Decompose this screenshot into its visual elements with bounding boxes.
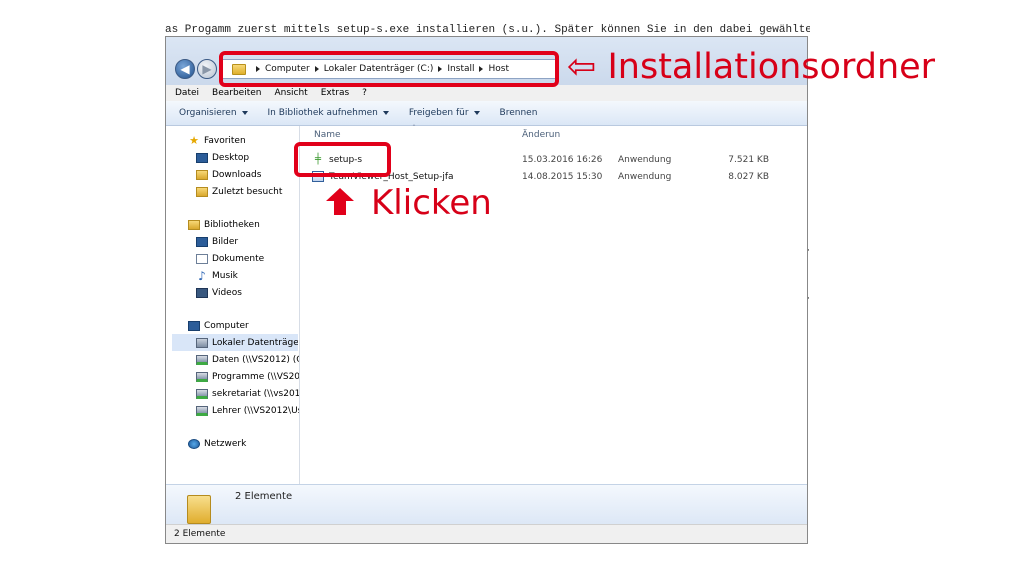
share-with-button[interactable]: Freigeben für bbox=[409, 108, 480, 118]
organize-button[interactable]: Organisieren bbox=[179, 108, 248, 118]
file-size: 7.521 KB bbox=[728, 154, 769, 165]
menu-help[interactable]: ? bbox=[362, 88, 367, 98]
menu-tools[interactable]: Extras bbox=[321, 88, 349, 98]
nav-data-drive-label: Daten (\\VS2012) (G: bbox=[212, 354, 300, 365]
file-type: Anwendung bbox=[618, 171, 672, 182]
address-highlight-frame bbox=[219, 51, 559, 87]
network-icon bbox=[188, 438, 200, 449]
background-document-text: as Progamm zuerst mittels setup-s.exe in… bbox=[165, 24, 810, 36]
network-drive-icon bbox=[196, 354, 208, 365]
nav-teacher-drive-label: Lehrer (\\VS2012\Us bbox=[212, 405, 300, 416]
sort-up-icon: ˆ bbox=[412, 124, 416, 133]
network-drive-icon bbox=[196, 388, 208, 399]
computer-icon bbox=[188, 320, 200, 331]
menu-bar: Datei Bearbeiten Ansicht Extras ? bbox=[166, 85, 807, 101]
arrow-up-icon bbox=[326, 188, 354, 215]
file-date: 15.03.2016 16:26 bbox=[522, 154, 603, 165]
nav-teacher-drive[interactable]: Lehrer (\\VS2012\Us bbox=[196, 402, 300, 419]
nav-downloads[interactable]: Downloads bbox=[196, 166, 299, 183]
add-to-library-button[interactable]: In Bibliothek aufnehmen bbox=[268, 108, 389, 118]
nav-programs-drive[interactable]: Programme (\\VS20 bbox=[196, 368, 300, 385]
nav-programs-drive-label: Programme (\\VS20 bbox=[212, 371, 300, 382]
column-name[interactable]: Name bbox=[314, 130, 341, 140]
menu-view[interactable]: Ansicht bbox=[274, 88, 307, 98]
details-pane: 2 Elemente bbox=[166, 484, 807, 525]
nav-pictures-label: Bilder bbox=[212, 236, 239, 247]
document-icon bbox=[196, 253, 208, 264]
burn-label: Brennen bbox=[499, 108, 538, 118]
share-with-label: Freigeben für bbox=[408, 108, 469, 118]
nav-favorites[interactable]: ★ Favoriten bbox=[188, 132, 299, 149]
nav-favorites-label: Favoriten bbox=[204, 135, 246, 146]
monitor-icon bbox=[196, 152, 208, 163]
status-bar: 2 Elemente bbox=[166, 524, 807, 543]
folder-icon bbox=[196, 169, 208, 180]
nav-music-label: Musik bbox=[212, 270, 238, 281]
folder-large-icon bbox=[187, 495, 211, 524]
document-edge-mark: · bbox=[807, 294, 810, 304]
installation-folder-callout: ⇦ Installationsordner bbox=[567, 47, 936, 87]
nav-computer-label: Computer bbox=[204, 320, 249, 331]
back-button[interactable]: ◀ bbox=[175, 59, 195, 79]
nav-documents[interactable]: Dokumente bbox=[196, 250, 299, 267]
nav-local-disk-label: Lokaler Datenträger bbox=[212, 337, 298, 348]
folder-icon bbox=[196, 186, 208, 197]
drive-icon bbox=[196, 337, 208, 348]
chevron-down-icon bbox=[382, 111, 389, 115]
file-size: 8.027 KB bbox=[728, 171, 769, 182]
file-type: Anwendung bbox=[618, 154, 672, 165]
column-date[interactable]: Änderun bbox=[522, 130, 560, 140]
star-icon: ★ bbox=[189, 133, 199, 147]
nav-computer[interactable]: Computer bbox=[188, 317, 299, 334]
add-to-library-label: In Bibliothek aufnehmen bbox=[267, 108, 378, 118]
network-drive-icon bbox=[196, 405, 208, 416]
nav-network-label: Netzwerk bbox=[204, 438, 247, 449]
details-item-count: 2 Elemente bbox=[235, 491, 293, 502]
image-folder-icon bbox=[196, 236, 208, 247]
chevron-down-icon bbox=[241, 111, 248, 115]
status-item-count: 2 Elemente bbox=[174, 529, 226, 539]
menu-edit[interactable]: Bearbeiten bbox=[212, 88, 261, 98]
library-icon bbox=[188, 219, 200, 230]
organize-label: Organisieren bbox=[179, 108, 237, 118]
nav-libraries[interactable]: Bibliotheken bbox=[188, 216, 299, 233]
nav-desktop[interactable]: Desktop bbox=[196, 149, 299, 166]
network-drive-icon bbox=[196, 371, 208, 382]
nav-documents-label: Dokumente bbox=[212, 253, 265, 264]
nav-secretariat-drive-label: sekretariat (\\vs2012 bbox=[212, 388, 300, 399]
nav-videos-label: Videos bbox=[212, 287, 242, 298]
nav-recent[interactable]: Zuletzt besucht bbox=[196, 183, 299, 200]
navigation-pane: ★ Favoriten Desktop Downloads Zuletzt bes… bbox=[166, 126, 300, 484]
burn-button[interactable]: Brennen bbox=[500, 108, 538, 118]
nav-local-disk[interactable]: Lokaler Datenträger bbox=[172, 334, 298, 351]
nav-data-drive[interactable]: Daten (\\VS2012) (G: bbox=[196, 351, 300, 368]
forward-button[interactable]: ▶ bbox=[197, 59, 217, 79]
nav-libraries-label: Bibliotheken bbox=[204, 219, 260, 230]
nav-desktop-label: Desktop bbox=[212, 152, 250, 163]
nav-recent-label: Zuletzt besucht bbox=[212, 186, 283, 197]
command-toolbar: Organisieren In Bibliothek aufnehmen Fre… bbox=[166, 101, 807, 126]
music-icon: ♪ bbox=[198, 268, 206, 283]
nav-videos[interactable]: Videos bbox=[196, 284, 299, 301]
file-list: Name ˆ Änderun ╪ setup-s 15.03.2016 16:2… bbox=[300, 124, 807, 484]
chevron-down-icon bbox=[473, 111, 480, 115]
nav-pictures[interactable]: Bilder bbox=[196, 233, 299, 250]
setup-highlight-frame bbox=[294, 142, 391, 177]
nav-network[interactable]: Netzwerk bbox=[188, 435, 299, 452]
nav-secretariat-drive[interactable]: sekretariat (\\vs2012 bbox=[196, 385, 300, 402]
menu-file[interactable]: Datei bbox=[175, 88, 199, 98]
click-callout: Klicken bbox=[371, 183, 492, 223]
file-explorer-window: ◀ ▶ Computer Lokaler Datenträger (C:) In… bbox=[165, 36, 808, 544]
file-date: 14.08.2015 15:30 bbox=[522, 171, 603, 182]
document-edge-mark: · bbox=[807, 246, 810, 256]
nav-downloads-label: Downloads bbox=[212, 169, 262, 180]
nav-music[interactable]: ♪ Musik bbox=[196, 267, 299, 284]
video-icon bbox=[196, 287, 208, 298]
